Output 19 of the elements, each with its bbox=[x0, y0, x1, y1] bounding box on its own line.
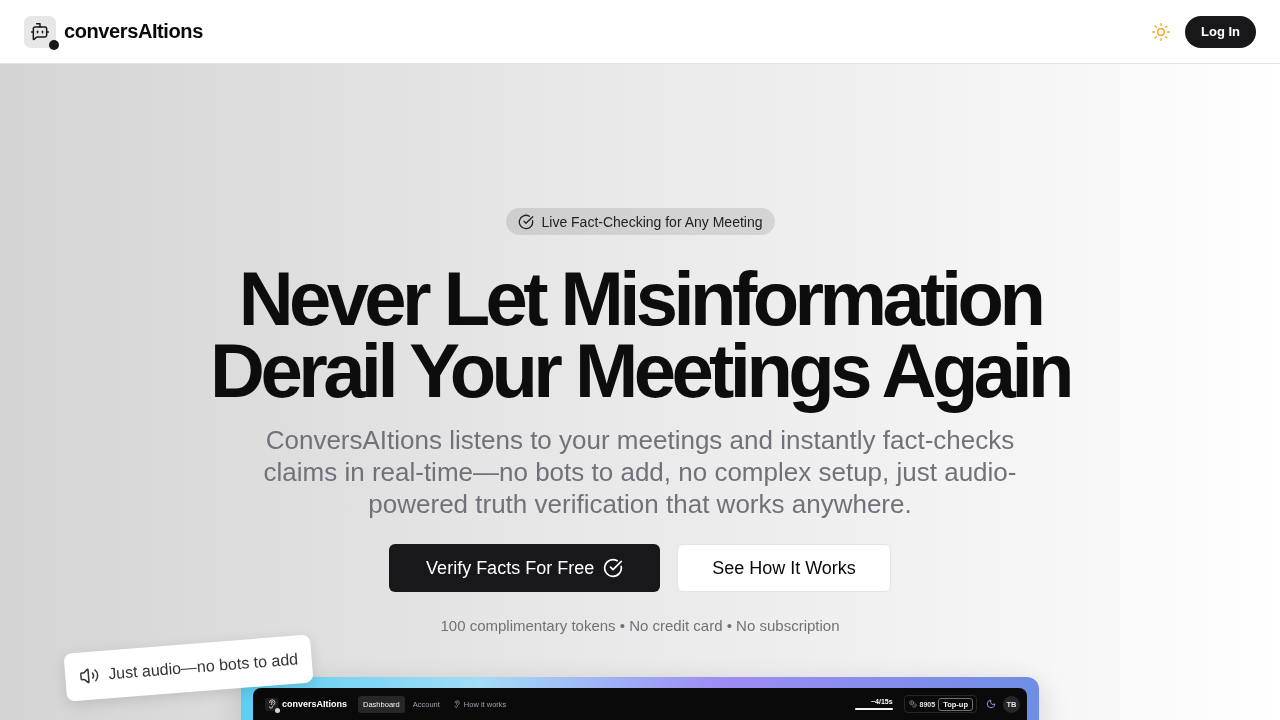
coins-icon bbox=[908, 700, 917, 708]
badge-text: Live Fact-Checking for Any Meeting bbox=[541, 213, 763, 230]
brand-name: conversAItions bbox=[64, 20, 203, 43]
offer-note: 100 complimentary tokens • No credit card • No subscription bbox=[440, 616, 840, 636]
hero-heading: Never Let Misinformation bbox=[237, 270, 1043, 342]
preview-brand-name: conversAItions bbox=[282, 699, 348, 709]
ear-icon bbox=[452, 700, 461, 708]
theme-toggle-moon-icon[interactable] bbox=[986, 699, 996, 709]
floating-tag-text: Just audio—no bots to add bbox=[107, 650, 299, 684]
theme-toggle-sun-icon[interactable] bbox=[1151, 21, 1171, 42]
check-circle-icon bbox=[517, 213, 534, 230]
ear-logo-icon bbox=[265, 697, 278, 711]
verify-facts-button[interactable]: Verify Facts For Free bbox=[389, 544, 661, 592]
bot-chat-logo-icon bbox=[24, 15, 56, 48]
check-circle-icon bbox=[603, 558, 624, 578]
see-how-it-works-button[interactable]: See How It Works bbox=[677, 544, 891, 592]
log-in-button[interactable]: Log In bbox=[1185, 15, 1256, 48]
hero-description: ConversAItions listens to your meetings and instantly fact-checks claims in real-time—no bots to add, no complex setup, just audio-powered truth verification that works anywhere. bbox=[262, 424, 1018, 520]
hero-heading: Derail Your Meetings Again bbox=[210, 342, 1070, 414]
